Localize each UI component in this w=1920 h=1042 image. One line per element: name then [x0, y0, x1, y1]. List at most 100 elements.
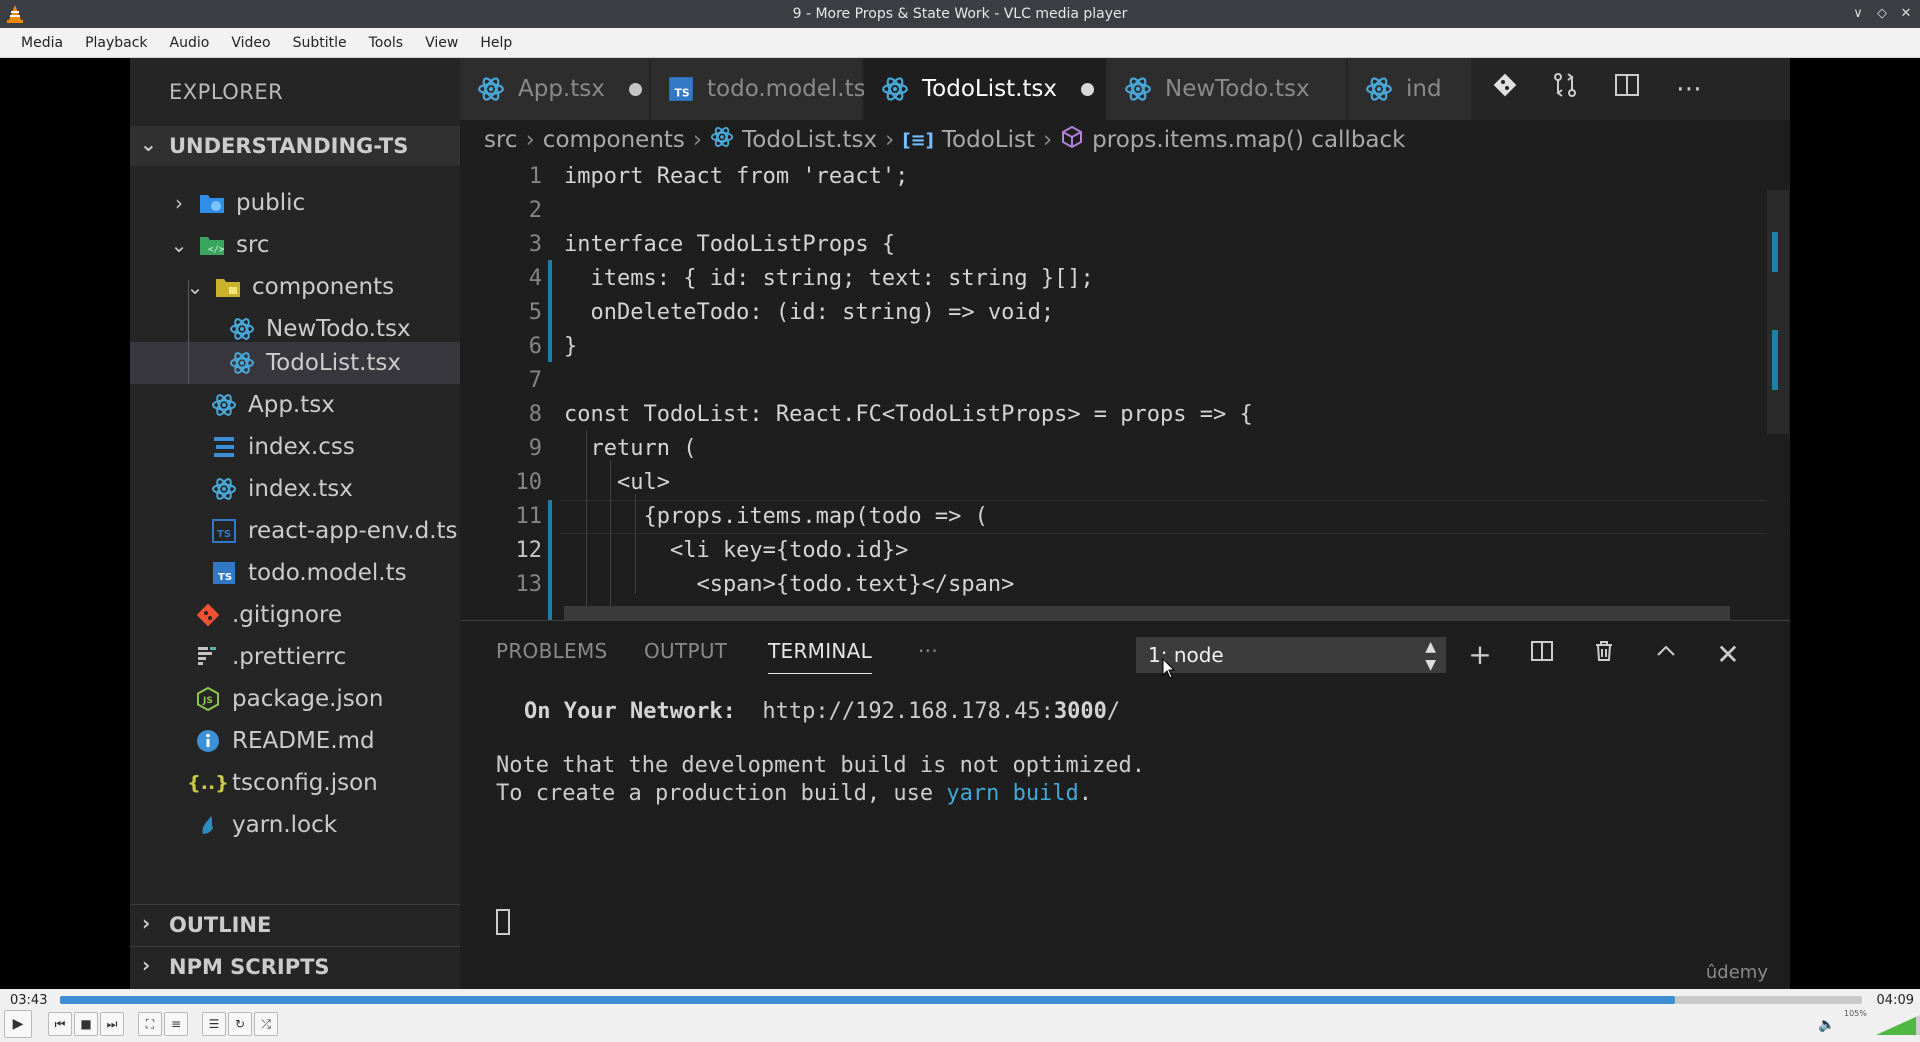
npm-scripts-section[interactable]: › NPM SCRIPTS [130, 946, 460, 986]
stop-icon[interactable]: ■ [74, 1012, 98, 1036]
panel-tab-output[interactable]: OUTPUT [644, 639, 727, 663]
tree-item-tsconfig[interactable]: {..} tsconfig.json [187, 764, 377, 802]
panel-more-icon[interactable]: ··· [918, 639, 938, 663]
terminal-line-note: Note that the development build is not o… [496, 753, 1146, 778]
new-terminal-icon[interactable]: + [1460, 635, 1500, 675]
react-icon [710, 125, 734, 155]
menu-media[interactable]: Media [10, 35, 74, 51]
minimize-icon[interactable]: ∨ [1850, 4, 1866, 24]
extended-settings-icon[interactable]: ≡ [164, 1012, 188, 1036]
seek-slider[interactable] [60, 996, 1862, 1004]
editor-scrollbar-thumb[interactable] [1767, 190, 1789, 434]
chevron-right-icon: › [692, 127, 703, 153]
tree-item-index-css[interactable]: index.css [210, 428, 355, 466]
code-line-current: 12 <li key={todo.id}> [460, 534, 1790, 568]
open-changes-icon[interactable] [1546, 70, 1584, 108]
menu-tools[interactable]: Tools [358, 35, 415, 51]
chevron-down-icon: ⌄ [186, 275, 204, 299]
tree-item-prettierrc[interactable]: .prettierrc [194, 638, 346, 676]
breadcrumb-components[interactable]: components [543, 127, 685, 153]
tab-index-truncated[interactable]: ind [1348, 58, 1472, 120]
playlist-icon[interactable]: ☰ [202, 1012, 226, 1036]
speaker-icon[interactable]: 🔈 [1818, 1017, 1835, 1033]
tree-item-react-app-env[interactable]: TS react-app-env.d.ts [210, 512, 458, 550]
more-actions-icon[interactable]: ⋯ [1670, 70, 1708, 108]
project-name: UNDERSTANDING-TS [169, 134, 409, 158]
symbol-variable-icon: [≡] [902, 129, 934, 151]
tree-item-todo-model[interactable]: TS todo.model.ts [210, 554, 407, 592]
previous-icon[interactable]: ⏮ [48, 1012, 72, 1036]
next-icon[interactable]: ⏭ [100, 1012, 124, 1036]
split-editor-icon[interactable] [1608, 70, 1646, 108]
menu-help[interactable]: Help [469, 35, 523, 51]
tree-item-src[interactable]: ⌄ </> src [168, 226, 270, 264]
trash-icon[interactable] [1584, 635, 1624, 675]
tree-item-yarn-lock[interactable]: yarn.lock [194, 806, 337, 844]
code-line: 9 return ( [460, 432, 1790, 466]
chevron-right-icon: › [1042, 127, 1053, 153]
close-panel-icon[interactable]: ✕ [1708, 635, 1748, 675]
tree-item-components[interactable]: ⌄ components [184, 268, 395, 306]
tree-item-public[interactable]: › public [168, 184, 305, 222]
line-number: 10 [515, 470, 543, 495]
tree-item-index-tsx[interactable]: index.tsx [210, 470, 353, 508]
breadcrumb-file[interactable]: TodoList.tsx [742, 127, 877, 153]
svg-text:JS: JS [202, 696, 213, 706]
git-compare-icon[interactable] [1486, 70, 1524, 108]
breadcrumb-src[interactable]: src [484, 127, 518, 153]
restore-icon[interactable]: ◇ [1874, 4, 1890, 24]
breadcrumb: src › components › TodoList.tsx › [≡] To… [460, 120, 1790, 160]
tree-item-label: package.json [232, 686, 384, 712]
menu-video[interactable]: Video [220, 35, 281, 51]
tab-app-tsx[interactable]: App.tsx [460, 58, 650, 120]
outline-section[interactable]: › OUTLINE [130, 904, 460, 944]
svg-text:TS: TS [217, 529, 231, 540]
line-text: <ul> [564, 470, 670, 495]
breadcrumb-symbol[interactable]: TodoList [942, 127, 1035, 153]
close-icon[interactable]: ✕ [1898, 4, 1914, 24]
loop-icon[interactable]: ↻ [228, 1012, 252, 1036]
code-line: 7 [460, 364, 1790, 398]
nodejs-icon: JS [194, 685, 222, 713]
maximize-panel-icon[interactable] [1646, 635, 1686, 675]
horizontal-scrollbar[interactable] [564, 606, 1730, 620]
menu-audio[interactable]: Audio [159, 35, 221, 51]
line-number: 4 [528, 266, 542, 291]
terminal-output[interactable]: On Your Network: http://192.168.178.45:3… [460, 691, 1790, 981]
play-icon[interactable]: ▶ [4, 1010, 32, 1038]
menu-view[interactable]: View [414, 35, 469, 51]
tree-item-readme[interactable]: README.md [194, 722, 375, 760]
tab-todolist-tsx[interactable]: TodoList.tsx [864, 58, 1106, 120]
tree-item-app[interactable]: App.tsx [210, 386, 335, 424]
unsaved-dot-icon[interactable] [1081, 82, 1095, 96]
menu-subtitle[interactable]: Subtitle [282, 35, 358, 51]
split-terminal-icon[interactable] [1522, 635, 1562, 675]
tab-newtodo-tsx[interactable]: NewTodo.tsx [1107, 58, 1347, 120]
tree-item-newtodo[interactable]: NewTodo.tsx [228, 310, 411, 348]
react-icon [228, 315, 256, 343]
chevron-right-icon: › [175, 191, 183, 215]
line-number: 12 [515, 538, 543, 563]
tree-item-label: .prettierrc [232, 644, 347, 670]
volume-slider[interactable] [1876, 1015, 1920, 1035]
build-command: yarn build [946, 781, 1079, 806]
tree-item-package-json[interactable]: JS package.json [194, 680, 383, 718]
tree-item-label: README.md [232, 728, 375, 754]
tab-todo-model[interactable]: TS todo.model.ts [651, 58, 866, 120]
panel-tab-terminal[interactable]: TERMINAL [768, 639, 873, 674]
panel-tab-problems[interactable]: PROBLEMS [496, 639, 608, 663]
shuffle-icon[interactable]: ⤮ [254, 1012, 278, 1036]
video-area[interactable]: EXPLORER ⌄ UNDERSTANDING-TS › public ⌄ <… [0, 58, 1920, 989]
network-label: On Your Network: [524, 699, 736, 724]
fullscreen-icon[interactable]: ⛶ [138, 1012, 162, 1036]
tree-item-gitignore[interactable]: .gitignore [194, 596, 342, 634]
project-section[interactable]: ⌄ UNDERSTANDING-TS [130, 126, 460, 166]
unsaved-dot-icon[interactable] [628, 82, 642, 96]
code-editor[interactable]: 1 import React from 'react'; 2 3 interface… [460, 160, 1790, 620]
menu-playback[interactable]: Playback [74, 35, 158, 51]
breadcrumb-callback[interactable]: props.items.map() callback [1092, 127, 1405, 153]
network-url-prefix: http://192.168.178.45: [762, 699, 1054, 724]
terminal-select[interactable]: 1: node ▲ ▼ [1136, 637, 1446, 673]
chevron-down-icon: ⌄ [170, 233, 188, 257]
tree-item-todolist[interactable]: TodoList.tsx [228, 344, 401, 382]
